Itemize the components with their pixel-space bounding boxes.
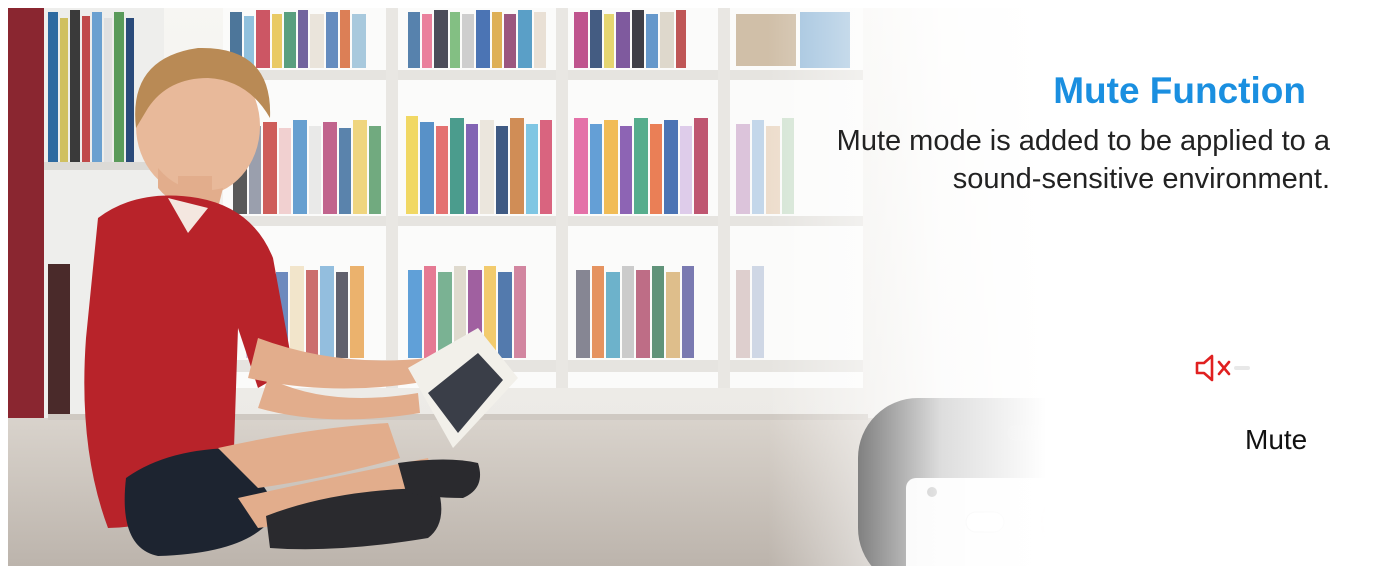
banner: Mute Function Mute mode is added to be a… — [8, 8, 1386, 566]
description-line-2: sound-sensitive environment. — [952, 163, 1330, 195]
description-line-1: Mute mode is added to be applied to a — [836, 125, 1330, 157]
bookshelf — [223, 8, 863, 388]
mute-label: Mute — [1245, 424, 1308, 455]
speaker-muted-icon — [1195, 354, 1250, 382]
feature-description: Mute mode is added to be applied to a so… — [690, 122, 1330, 198]
feature-title: Mute Function — [1053, 70, 1306, 111]
